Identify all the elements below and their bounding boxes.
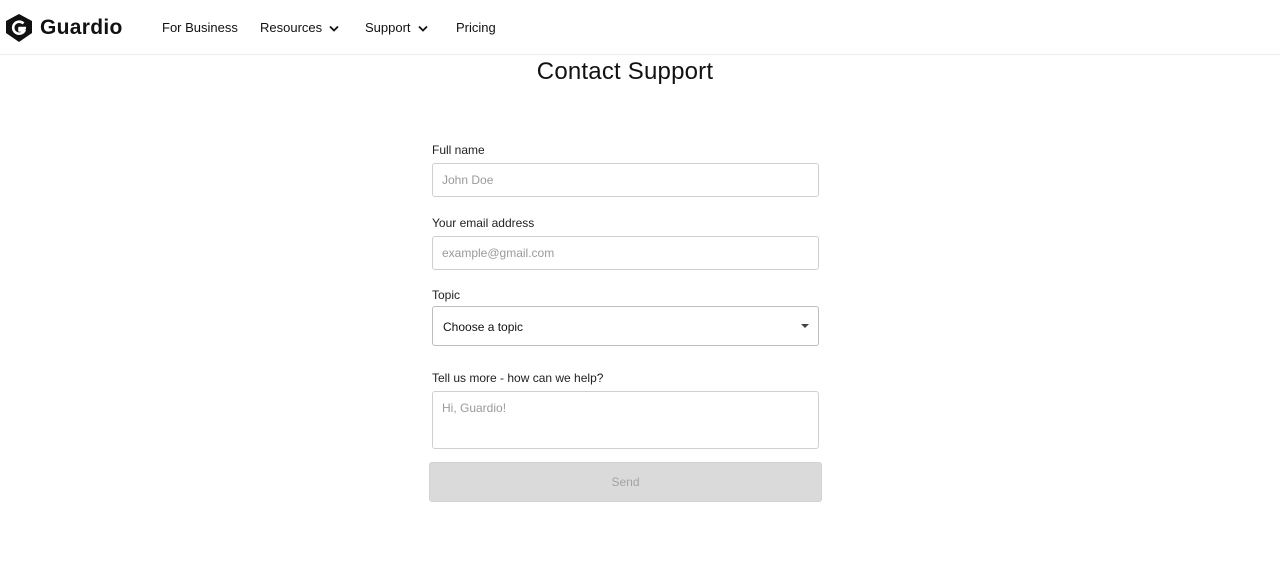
nav-resources[interactable]: Resources bbox=[260, 19, 339, 37]
brand-name: Guardio bbox=[40, 16, 123, 39]
full-name-label: Full name bbox=[432, 143, 485, 157]
message-textarea[interactable] bbox=[432, 391, 819, 449]
nav-for-business[interactable]: For Business bbox=[162, 19, 238, 37]
page-title: Contact Support bbox=[536, 58, 714, 85]
full-name-input[interactable] bbox=[432, 163, 819, 197]
nav-pricing-label: Pricing bbox=[456, 20, 496, 35]
message-label: Tell us more - how can we help? bbox=[432, 371, 604, 385]
topic-selected-value: Choose a topic bbox=[443, 320, 524, 334]
dropdown-arrow-icon bbox=[801, 324, 809, 328]
nav-for-business-label: For Business bbox=[162, 20, 238, 35]
nav-pricing[interactable]: Pricing bbox=[456, 19, 496, 37]
nav-support[interactable]: Support bbox=[365, 19, 428, 37]
email-input[interactable] bbox=[432, 236, 819, 270]
chevron-down-icon bbox=[417, 19, 428, 37]
brand-logo[interactable]: Guardio bbox=[4, 13, 123, 43]
topic-label: Topic bbox=[432, 288, 461, 302]
nav-support-label: Support bbox=[365, 20, 411, 35]
email-label: Your email address bbox=[432, 216, 535, 230]
nav-resources-label: Resources bbox=[260, 20, 323, 35]
chevron-down-icon bbox=[329, 19, 339, 37]
send-button[interactable]: Send bbox=[429, 462, 822, 502]
top-navigation-bar: Guardio For Business Resources Support P… bbox=[0, 0, 1280, 55]
guardio-shield-logo-icon bbox=[6, 14, 32, 42]
topic-select[interactable]: Choose a topic bbox=[432, 306, 819, 346]
